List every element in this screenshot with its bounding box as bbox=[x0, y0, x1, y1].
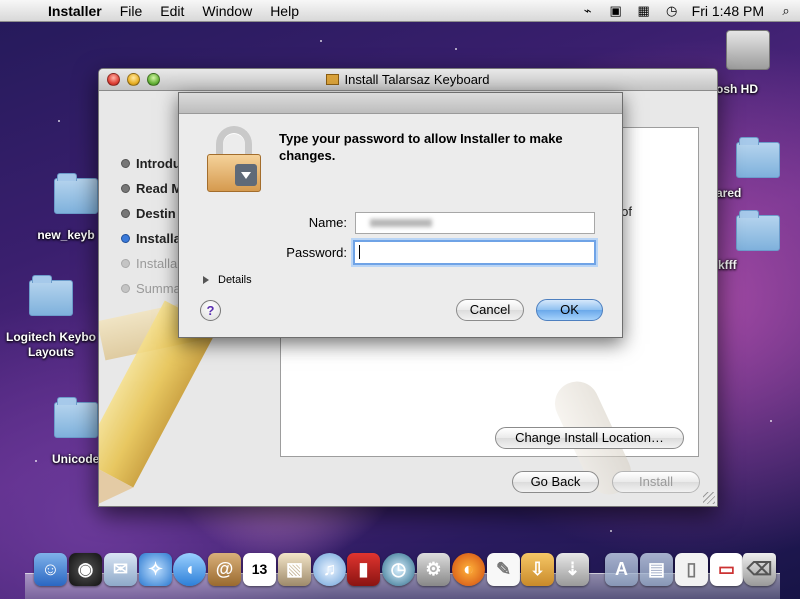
step-installation: Installa bbox=[121, 251, 182, 276]
dock-document-icon[interactable]: ▭ bbox=[710, 553, 743, 586]
finder-icon[interactable]: ☺ bbox=[34, 553, 67, 586]
iphoto-icon[interactable]: ▧ bbox=[278, 553, 311, 586]
ok-button[interactable]: OK bbox=[536, 299, 603, 321]
step-bullet-icon bbox=[121, 159, 130, 168]
lock-icon bbox=[207, 126, 261, 192]
installer-steps: Introdu Read M Destin Installa Installa … bbox=[121, 151, 182, 301]
step-summary: Summa bbox=[121, 276, 182, 301]
dialog-titlebar bbox=[179, 93, 622, 114]
folder-icon bbox=[736, 210, 780, 251]
package-icon bbox=[326, 74, 340, 85]
documents-folder-icon[interactable]: ▤ bbox=[640, 553, 673, 586]
authentication-dialog: Type your password to allow Installer to… bbox=[178, 92, 623, 338]
desktop-icon-folder-logitech[interactable]: Logitech Keybo Layouts bbox=[4, 275, 98, 360]
system-preferences-icon[interactable]: ⚙ bbox=[417, 553, 450, 586]
details-label: Details bbox=[218, 274, 252, 286]
calendar-icon[interactable]: ▦ bbox=[630, 3, 658, 19]
menu-help[interactable]: Help bbox=[261, 3, 308, 19]
window-title: Install Talarsaz Keyboard bbox=[344, 72, 490, 87]
spotlight-search-icon[interactable]: ⌕ bbox=[772, 3, 800, 19]
firefox-icon[interactable]: ◐ bbox=[452, 553, 485, 586]
disclosure-triangle-icon[interactable] bbox=[203, 276, 209, 284]
text-caret bbox=[359, 245, 360, 259]
name-field[interactable] bbox=[355, 212, 595, 234]
desktop-icon-label: Unicode bbox=[52, 452, 100, 466]
go-back-button[interactable]: Go Back bbox=[512, 471, 599, 493]
menu-clock[interactable]: Fri 1:48 PM bbox=[686, 3, 772, 19]
step-introduction: Introdu bbox=[121, 151, 182, 176]
step-bullet-icon bbox=[121, 184, 130, 193]
change-install-location-button[interactable]: Change Install Location… bbox=[495, 427, 684, 449]
desktop-icon-folder-unicode[interactable]: Unicode bbox=[44, 397, 100, 467]
photo-booth-icon[interactable]: ▮ bbox=[347, 553, 380, 586]
bluetooth-icon[interactable]: ⌁ bbox=[574, 3, 602, 19]
preview-icon[interactable]: ▯ bbox=[675, 553, 708, 586]
step-bullet-icon bbox=[121, 284, 130, 293]
dock: ☺ ◉ ✉ ✧ ◖ @ 13 ▧ ♫ ▮ ◷ ⚙ ◐ ✎ ⇩ ⇣ A ▤ ▯ ▭… bbox=[25, 553, 780, 599]
time-machine-icon[interactable]: ◷ bbox=[658, 3, 686, 19]
install-button[interactable]: Install bbox=[612, 471, 700, 493]
folder-icon bbox=[736, 137, 780, 178]
folder-icon bbox=[54, 397, 98, 438]
window-titlebar[interactable]: Install Talarsaz Keyboard bbox=[99, 69, 717, 91]
address-book-icon[interactable]: @ bbox=[208, 553, 241, 586]
step-read-me: Read M bbox=[121, 176, 182, 201]
folder-icon bbox=[29, 275, 73, 316]
ical-icon[interactable]: 13 bbox=[243, 553, 276, 586]
desktop-icon-folder-kfff[interactable]: kfff bbox=[716, 210, 800, 272]
hard-disk-icon bbox=[726, 30, 770, 70]
close-button[interactable] bbox=[107, 73, 120, 86]
menu-bar: Installer File Edit Window Help ⌁ ▣ ▦ ◷ … bbox=[0, 0, 800, 22]
textedit-icon[interactable]: ✎ bbox=[487, 553, 520, 586]
desktop-icon-folder-ared[interactable]: ared bbox=[716, 137, 800, 200]
applications-folder-icon[interactable]: A bbox=[605, 553, 638, 586]
menu-edit[interactable]: Edit bbox=[151, 3, 193, 19]
folder-icon bbox=[54, 173, 98, 214]
menu-file[interactable]: File bbox=[111, 3, 152, 19]
desktop-icon-label: osh HD bbox=[716, 82, 758, 96]
desktop-icon-label: ared bbox=[716, 186, 742, 200]
mail-icon[interactable]: ✉ bbox=[104, 553, 137, 586]
dashboard-icon[interactable]: ◉ bbox=[69, 553, 102, 586]
ichat-icon[interactable]: ◖ bbox=[173, 553, 206, 586]
step-destination: Destin bbox=[121, 201, 182, 226]
step-bullet-icon bbox=[121, 209, 130, 218]
dialog-prompt: Type your password to allow Installer to… bbox=[279, 131, 563, 163]
menu-window[interactable]: Window bbox=[193, 3, 261, 19]
trash-icon[interactable]: ⌫ bbox=[743, 553, 776, 586]
name-label: Name: bbox=[308, 215, 347, 230]
step-installation-type: Installa bbox=[121, 226, 182, 251]
safari-icon[interactable]: ✧ bbox=[139, 553, 172, 586]
installer-icon[interactable]: ⇩ bbox=[521, 553, 554, 586]
password-field[interactable] bbox=[353, 240, 596, 265]
itunes-icon[interactable]: ♫ bbox=[313, 553, 346, 586]
step-bullet-icon bbox=[121, 259, 130, 268]
password-label: Password: bbox=[286, 245, 347, 260]
desktop-icon-label: Logitech Keybo Layouts bbox=[5, 330, 96, 359]
cancel-button[interactable]: Cancel bbox=[456, 299, 524, 321]
redacted-name bbox=[370, 219, 432, 227]
minimize-button[interactable] bbox=[127, 73, 140, 86]
desktop-icon-label: kfff bbox=[718, 258, 737, 272]
desktop-icon-folder-new-keyb[interactable]: new_keyb bbox=[34, 173, 98, 243]
desktop-icon-label: new_keyb bbox=[37, 228, 95, 242]
time-machine-icon[interactable]: ◷ bbox=[382, 553, 415, 586]
menu-app-name[interactable]: Installer bbox=[46, 3, 111, 19]
help-button[interactable]: ? bbox=[200, 300, 221, 321]
step-bullet-icon bbox=[121, 234, 130, 243]
display-icon[interactable]: ▣ bbox=[602, 3, 630, 19]
resize-grip-icon[interactable] bbox=[703, 492, 715, 504]
details-disclosure[interactable]: Details bbox=[203, 274, 252, 286]
downloads-icon[interactable]: ⇣ bbox=[556, 553, 589, 586]
zoom-button[interactable] bbox=[147, 73, 160, 86]
